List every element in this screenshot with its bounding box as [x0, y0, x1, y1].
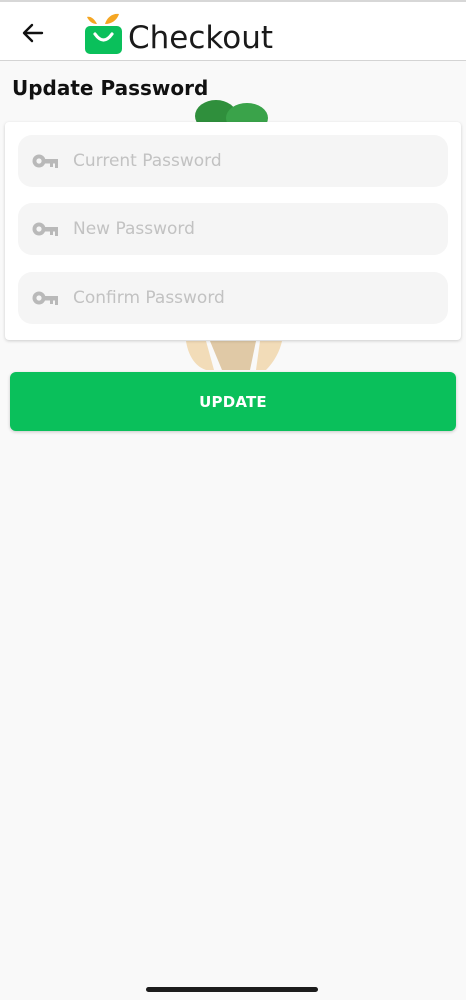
current-password-field[interactable]	[18, 135, 448, 187]
update-button[interactable]: UPDATE	[10, 372, 456, 431]
home-indicator[interactable]	[146, 987, 318, 992]
arrow-left-icon	[22, 23, 44, 43]
shopping-bag-logo-icon	[85, 13, 122, 54]
key-icon	[32, 222, 58, 236]
logo-text: Checkout	[128, 20, 274, 56]
back-button[interactable]	[18, 18, 48, 48]
new-password-input[interactable]	[73, 203, 433, 255]
app-header: Checkout	[0, 0, 466, 61]
confirm-password-field[interactable]	[18, 272, 448, 324]
password-form-card	[5, 122, 461, 340]
confirm-password-input[interactable]	[73, 272, 433, 324]
key-icon	[32, 154, 58, 168]
current-password-input[interactable]	[73, 135, 433, 187]
key-icon	[32, 291, 58, 305]
new-password-field[interactable]	[18, 203, 448, 255]
